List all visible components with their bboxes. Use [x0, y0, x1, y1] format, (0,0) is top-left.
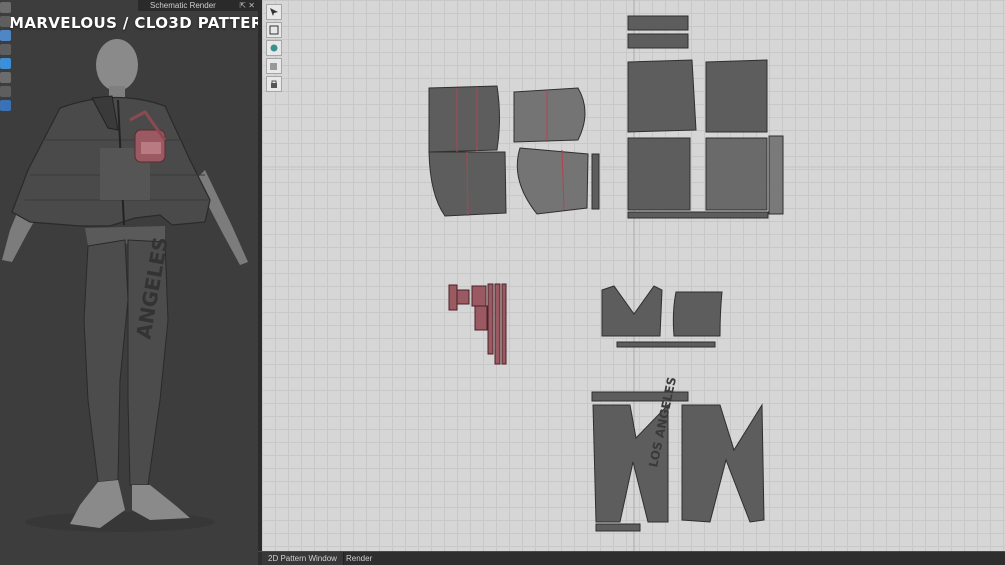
pattern-piece[interactable]: [595, 523, 641, 532]
pattern-piece[interactable]: [516, 147, 589, 215]
measure-icon[interactable]: [0, 72, 11, 83]
pattern-piece[interactable]: [672, 291, 723, 337]
pattern-piece[interactable]: [705, 59, 768, 133]
select-pattern-icon[interactable]: [266, 4, 282, 20]
shirt-icon[interactable]: [0, 16, 11, 27]
pattern-piece[interactable]: [627, 137, 691, 211]
pattern-piece[interactable]: [627, 15, 689, 31]
viewport-titlebar: Schematic Render ⇱ ✕: [138, 0, 258, 11]
lock-icon[interactable]: [266, 76, 282, 92]
pattern-piece[interactable]: [627, 33, 689, 49]
app-window: ANGELES Schematic Render ⇱ ✕ MARVELOUS /…: [0, 0, 1005, 565]
pattern-piece[interactable]: [627, 211, 769, 219]
tab-2d-pattern-window[interactable]: 2D Pattern Window: [262, 552, 344, 565]
pattern-piece[interactable]: [681, 403, 765, 523]
avatar-icon[interactable]: [0, 2, 11, 13]
pattern-piece[interactable]: [616, 341, 716, 348]
3d-toolbar: [0, 2, 11, 114]
bag-pattern-pieces[interactable]: [448, 283, 507, 365]
2d-toolbar: [266, 4, 284, 94]
user-icon[interactable]: [0, 44, 11, 55]
bottom-tab-bar: 2D Pattern Window Render: [258, 551, 1005, 565]
display-icon[interactable]: [0, 58, 11, 69]
pattern-piece[interactable]: [768, 135, 784, 215]
layer-icon[interactable]: [266, 58, 282, 74]
2d-pattern-canvas[interactable]: LOS ANGELES: [262, 0, 1005, 551]
globe-icon[interactable]: [0, 100, 11, 111]
viewport-title: Schematic Render: [150, 1, 216, 10]
pattern-piece[interactable]: [428, 85, 500, 153]
transform-icon[interactable]: [266, 22, 282, 38]
texture-icon[interactable]: [0, 30, 11, 41]
avatar-render: ANGELES: [2, 39, 248, 532]
edit-point-icon[interactable]: [266, 40, 282, 56]
pin-icon[interactable]: ⇱: [239, 1, 246, 10]
close-icon[interactable]: ✕: [248, 1, 255, 10]
pattern-pieces: LOS ANGELES: [262, 0, 1005, 551]
light-icon[interactable]: [0, 86, 11, 97]
tab-render[interactable]: Render: [340, 552, 378, 565]
pattern-piece[interactable]: [705, 137, 768, 211]
overlay-title: MARVELOUS / CLO3D PATTERNS: [9, 14, 258, 32]
pattern-piece[interactable]: [591, 153, 600, 210]
pattern-piece[interactable]: [627, 59, 697, 133]
3d-viewport[interactable]: ANGELES Schematic Render ⇱ ✕ MARVELOUS /…: [0, 0, 258, 565]
pattern-piece[interactable]: [601, 285, 663, 337]
pattern-piece[interactable]: [513, 87, 586, 143]
